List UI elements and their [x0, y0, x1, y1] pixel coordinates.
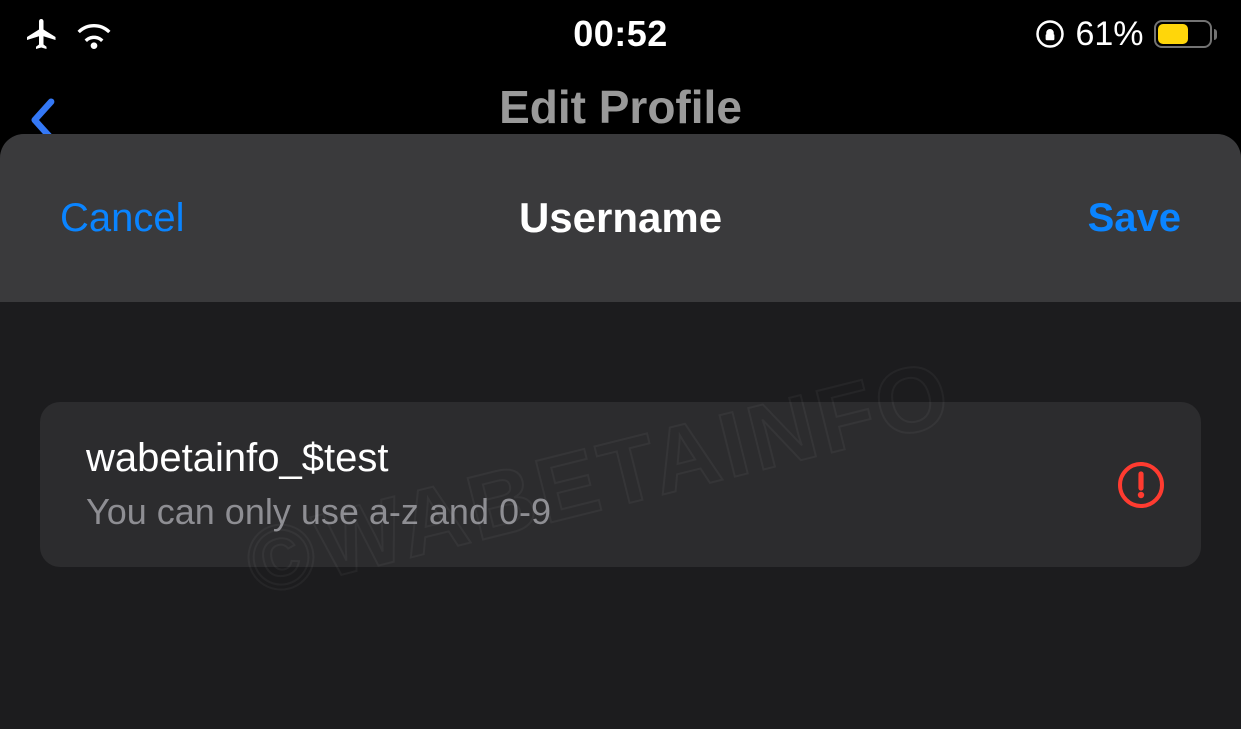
under-sheet-title: Edit Profile: [499, 80, 742, 134]
rotation-lock-icon: [1035, 19, 1065, 49]
error-exclamation-icon: [1117, 461, 1165, 509]
username-sheet: Cancel Username Save You can only use a-…: [0, 134, 1241, 729]
status-time: 00:52: [573, 13, 668, 55]
airplane-mode-icon: [24, 16, 60, 52]
battery-percent-label: 61%: [1075, 15, 1143, 54]
battery-icon: [1154, 20, 1218, 48]
cancel-button[interactable]: Cancel: [60, 196, 185, 241]
sheet-header: Cancel Username Save: [0, 134, 1241, 302]
status-bar: 00:52 61%: [0, 0, 1241, 68]
username-error-hint: You can only use a-z and 0-9: [86, 491, 886, 533]
sheet-title: Username: [519, 194, 722, 242]
wifi-icon: [74, 19, 114, 49]
username-input-card: You can only use a-z and 0-9: [40, 402, 1201, 567]
save-button[interactable]: Save: [1088, 196, 1181, 241]
username-input[interactable]: [86, 436, 886, 481]
